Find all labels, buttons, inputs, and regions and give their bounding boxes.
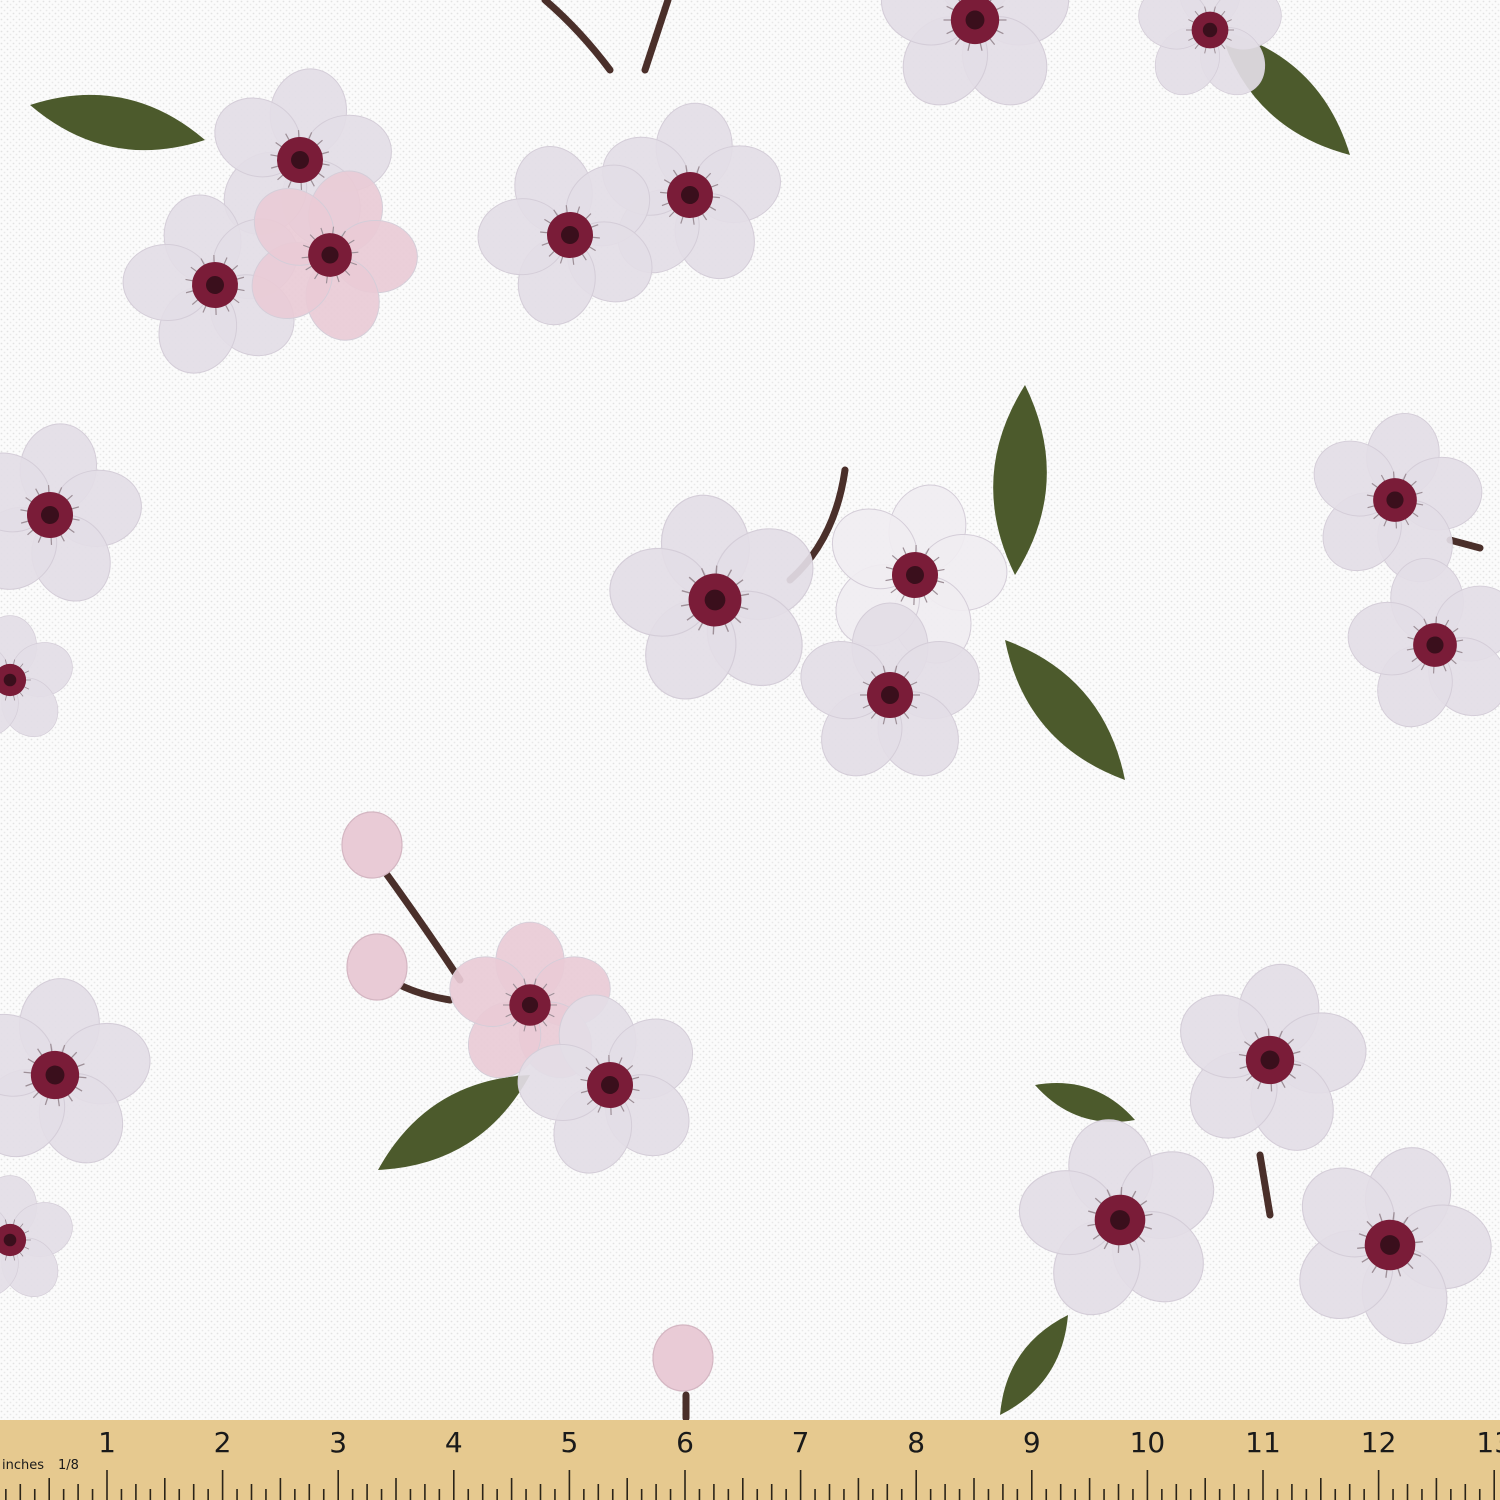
- ruler-number-6: 6: [676, 1426, 694, 1459]
- blossom-core: [3, 673, 17, 687]
- ruler-number-7: 7: [792, 1426, 810, 1459]
- ruler-number-12: 12: [1361, 1426, 1397, 1459]
- ruler-fraction-label: 1/8: [58, 1458, 79, 1473]
- ruler-number-13: 13: [1476, 1426, 1500, 1459]
- ruler-number-1: 1: [98, 1426, 116, 1459]
- ruler-number-3: 3: [329, 1426, 347, 1459]
- fabric-swatch: 12345678910111213 inches 1/8: [0, 0, 1500, 1500]
- blossom-core: [881, 686, 899, 704]
- bud-3: [652, 1324, 714, 1392]
- measuring-ruler: 12345678910111213 inches 1/8: [0, 1420, 1500, 1500]
- blossom-core: [521, 996, 539, 1014]
- ruler-number-2: 2: [214, 1426, 232, 1459]
- ruler-number-9: 9: [1023, 1426, 1041, 1459]
- ruler-number-8: 8: [907, 1426, 925, 1459]
- ruler-number-4: 4: [445, 1426, 463, 1459]
- ruler-number-10: 10: [1130, 1426, 1166, 1459]
- ruler-number-11: 11: [1245, 1426, 1281, 1459]
- bud-2: [346, 933, 408, 1001]
- ruler-number-5: 5: [560, 1426, 578, 1459]
- ruler-unit-label: inches: [2, 1458, 44, 1473]
- blossom-core: [965, 10, 985, 30]
- blossom-core: [3, 1233, 17, 1247]
- blossom-core: [1202, 22, 1218, 38]
- cherry-blossom-pattern: [0, 0, 1500, 1420]
- bud-1: [341, 811, 403, 879]
